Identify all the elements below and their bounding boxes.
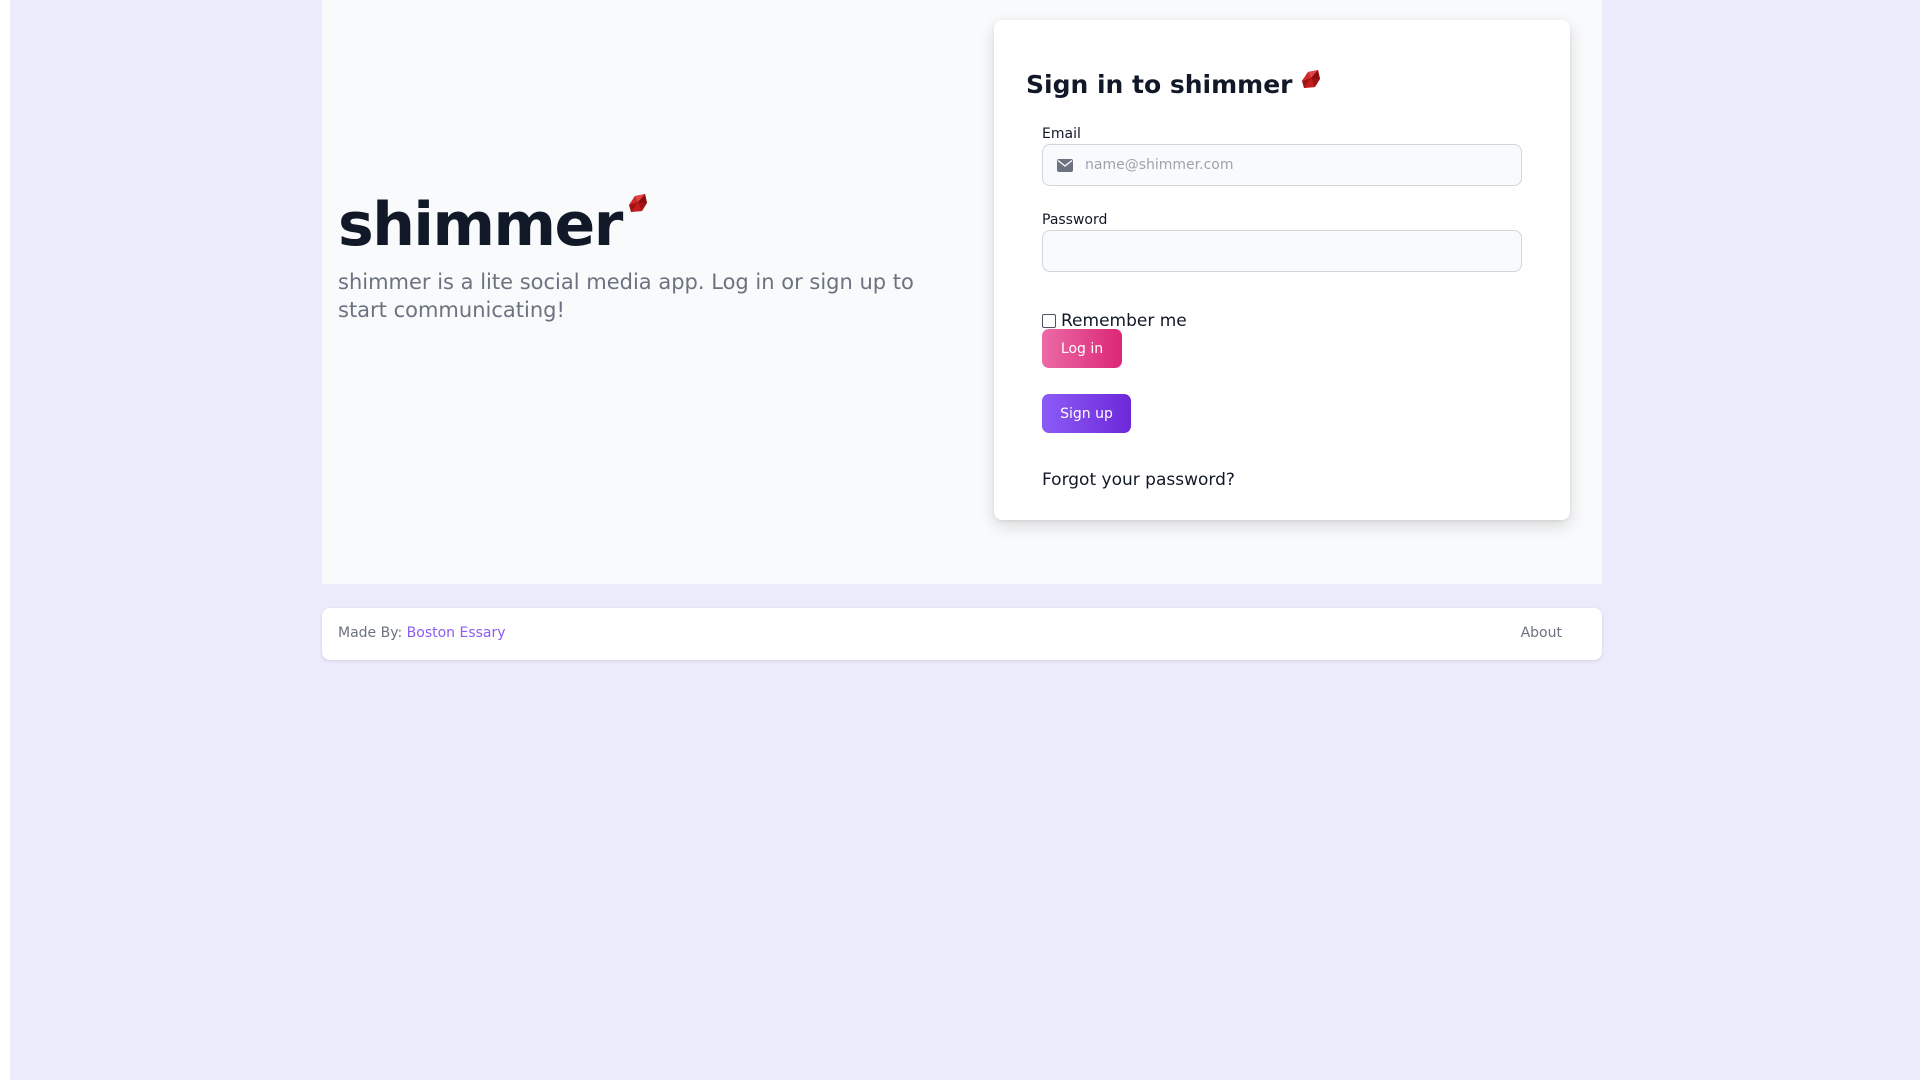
- brand-title: shimmer: [338, 190, 623, 260]
- envelope-icon: [1057, 158, 1073, 172]
- signin-title: Sign in to shimmer: [1026, 70, 1321, 99]
- email-input[interactable]: [1073, 145, 1521, 185]
- remember-me-checkbox[interactable]: [1042, 314, 1056, 328]
- footer: Made By: Boston Essary About: [322, 608, 1602, 660]
- email-label: Email: [1042, 126, 1081, 142]
- brand: shimmer: [338, 190, 648, 260]
- password-field[interactable]: [1042, 230, 1522, 272]
- login-button[interactable]: Log in: [1042, 329, 1122, 368]
- hero-section: shimmer shimmer is a lite social media a…: [322, 0, 1602, 584]
- remember-me[interactable]: Remember me: [1042, 311, 1187, 331]
- ruby-gem-icon: [626, 192, 648, 218]
- remember-me-label: Remember me: [1061, 311, 1187, 331]
- author-link[interactable]: Boston Essary: [407, 625, 506, 641]
- signin-title-text: Sign in to shimmer: [1026, 70, 1293, 99]
- footer-credit: Made By: Boston Essary: [338, 625, 506, 641]
- forgot-password-link[interactable]: Forgot your password?: [1042, 470, 1235, 490]
- brand-tagline: shimmer is a lite social media app. Log …: [338, 270, 914, 322]
- made-by-label: Made By:: [338, 625, 403, 641]
- signup-button[interactable]: Sign up: [1042, 394, 1131, 433]
- signin-card: Sign in to shimmer Email Pa: [994, 20, 1570, 520]
- ruby-gem-icon: [1299, 67, 1321, 96]
- about-link[interactable]: About: [1521, 625, 1562, 641]
- password-input[interactable]: [1043, 231, 1521, 271]
- password-label: Password: [1042, 212, 1108, 228]
- email-field[interactable]: [1042, 144, 1522, 186]
